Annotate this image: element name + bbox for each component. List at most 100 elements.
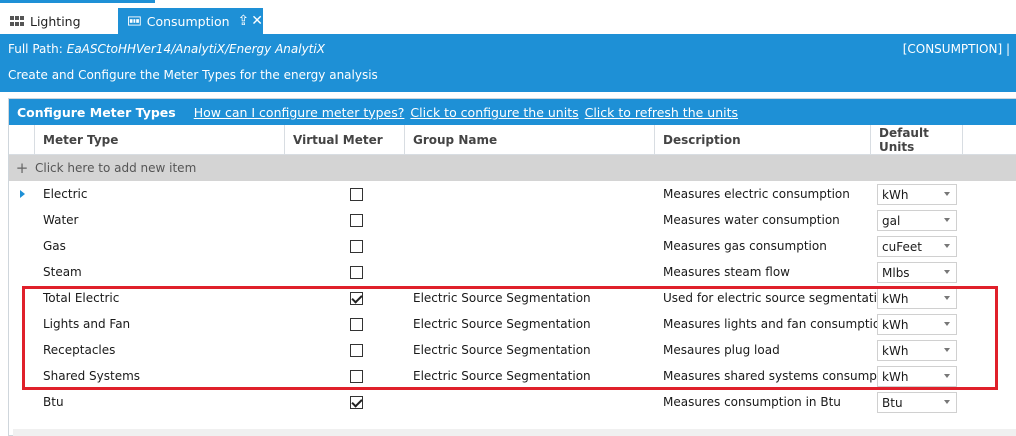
group-name-cell[interactable]: Electric Source Segmentation xyxy=(405,311,655,337)
column-header-meter-type[interactable]: Meter Type xyxy=(35,125,285,155)
meter-type-cell[interactable]: Gas xyxy=(35,233,285,259)
meter-type-cell[interactable]: Lights and Fan xyxy=(35,311,285,337)
table-row[interactable]: Shared Systems Electric Source Segmentati… xyxy=(9,363,1016,389)
virtual-meter-checkbox[interactable] xyxy=(349,213,363,227)
default-units-cell[interactable]: kWh xyxy=(871,363,963,389)
meter-type-cell[interactable]: Water xyxy=(35,207,285,233)
default-units-cell[interactable]: kWh xyxy=(871,181,963,207)
horizontal-scrollbar[interactable] xyxy=(13,429,1016,436)
grid-header: Meter Type Virtual Meter Group Name Desc… xyxy=(9,125,1016,155)
units-dropdown[interactable]: kWh xyxy=(877,366,957,387)
default-units-cell[interactable]: Mlbs xyxy=(871,259,963,285)
virtual-meter-checkbox[interactable] xyxy=(349,265,363,279)
context-tag: [CONSUMPTION] | xyxy=(902,42,1010,56)
meter-type-cell[interactable]: Steam xyxy=(35,259,285,285)
group-name-cell[interactable] xyxy=(405,181,655,207)
row-indicator xyxy=(9,233,35,259)
description-cell[interactable]: Measures electric consumption xyxy=(655,181,871,207)
chevron-down-icon xyxy=(944,244,950,248)
units-value: Btu xyxy=(882,395,903,410)
refresh-units-link[interactable]: Click to refresh the units xyxy=(585,105,738,120)
virtual-meter-checkbox[interactable] xyxy=(349,369,363,383)
column-header-description[interactable]: Description xyxy=(655,125,871,155)
configure-units-link[interactable]: Click to configure the units xyxy=(410,105,578,120)
plus-icon: + xyxy=(15,159,29,177)
virtual-meter-checkbox[interactable] xyxy=(349,239,363,253)
units-dropdown[interactable]: cuFeet xyxy=(877,236,957,257)
group-name-cell[interactable] xyxy=(405,259,655,285)
virtual-meter-checkbox[interactable] xyxy=(349,343,363,357)
meter-type-cell[interactable]: Btu xyxy=(35,389,285,415)
units-value: kWh xyxy=(882,369,909,384)
units-dropdown[interactable]: kWh xyxy=(877,314,957,335)
column-header-virtual-meter[interactable]: Virtual Meter xyxy=(285,125,405,155)
group-name-cell[interactable] xyxy=(405,207,655,233)
meter-type-cell[interactable]: Receptacles xyxy=(35,337,285,363)
units-dropdown[interactable]: kWh xyxy=(877,340,957,361)
table-row[interactable]: Gas Measures gas consumption cuFeet xyxy=(9,233,1016,259)
help-link[interactable]: How can I configure meter types? xyxy=(194,105,405,120)
table-row[interactable]: Water Measures water consumption gal xyxy=(9,207,1016,233)
table-row[interactable]: Electric Measures electric consumption kWh xyxy=(9,181,1016,207)
virtual-meter-cell[interactable] xyxy=(285,181,405,207)
virtual-meter-checkbox[interactable] xyxy=(349,187,363,201)
group-name-cell[interactable]: Electric Source Segmentation xyxy=(405,363,655,389)
chevron-down-icon xyxy=(944,192,950,196)
column-header-default-units[interactable]: Default Units xyxy=(871,125,963,155)
virtual-meter-cell[interactable] xyxy=(285,285,405,311)
add-new-item-row[interactable]: + Click here to add new item xyxy=(9,155,1016,181)
group-name-cell[interactable] xyxy=(405,389,655,415)
description-cell[interactable]: Mesaures plug load xyxy=(655,337,871,363)
group-name-cell[interactable]: Electric Source Segmentation xyxy=(405,285,655,311)
default-units-cell[interactable]: kWh xyxy=(871,311,963,337)
virtual-meter-cell[interactable] xyxy=(285,259,405,285)
default-units-cell[interactable]: kWh xyxy=(871,337,963,363)
meter-type-cell[interactable]: Total Electric xyxy=(35,285,285,311)
virtual-meter-cell[interactable] xyxy=(285,389,405,415)
table-row[interactable]: Steam Measures steam flow Mlbs xyxy=(9,259,1016,285)
grid-icon xyxy=(10,16,24,26)
close-icon[interactable]: ✕ xyxy=(251,14,263,28)
virtual-meter-cell[interactable] xyxy=(285,363,405,389)
group-name-cell[interactable] xyxy=(405,233,655,259)
full-path: Full Path: EaASCtoHHVer14/AnalytiX/Energy… xyxy=(8,42,325,56)
table-row[interactable]: Total Electric Electric Source Segmentati… xyxy=(9,285,1016,311)
default-units-cell[interactable]: gal xyxy=(871,207,963,233)
description-cell[interactable]: Measures lights and fan consumption xyxy=(655,311,888,337)
virtual-meter-cell[interactable] xyxy=(285,233,405,259)
row-indicator xyxy=(9,207,35,233)
units-dropdown[interactable]: kWh xyxy=(877,184,957,205)
meter-type-cell[interactable]: Shared Systems xyxy=(35,363,285,389)
virtual-meter-checkbox[interactable] xyxy=(349,317,363,331)
table-row[interactable]: Lights and Fan Electric Source Segmentati… xyxy=(9,311,1016,337)
virtual-meter-cell[interactable] xyxy=(285,337,405,363)
default-units-cell[interactable]: cuFeet xyxy=(871,233,963,259)
units-dropdown[interactable]: kWh xyxy=(877,288,957,309)
description-cell[interactable]: Measures water consumption xyxy=(655,207,871,233)
virtual-meter-cell[interactable] xyxy=(285,207,405,233)
table-row[interactable]: Receptacles Electric Source Segmentation M… xyxy=(9,337,1016,363)
description-cell[interactable]: Used for electric source segmentation xyxy=(655,285,892,311)
units-dropdown[interactable]: Mlbs xyxy=(877,262,957,283)
chevron-down-icon xyxy=(944,400,950,404)
column-header-group-name[interactable]: Group Name xyxy=(405,125,655,155)
group-name-cell[interactable]: Electric Source Segmentation xyxy=(405,337,655,363)
chevron-down-icon xyxy=(944,218,950,222)
table-row[interactable]: Btu Measures consumption in Btu Btu xyxy=(9,389,1016,415)
virtual-meter-cell[interactable] xyxy=(285,311,405,337)
units-dropdown[interactable]: Btu xyxy=(877,392,957,413)
meter-type-cell[interactable]: Electric xyxy=(35,181,285,207)
units-dropdown[interactable]: gal xyxy=(877,210,957,231)
tab-bar: Lighting Consumption ⇪ ✕ xyxy=(0,8,1016,34)
description-cell[interactable]: Measures gas consumption xyxy=(655,233,871,259)
tab-consumption[interactable]: Consumption ⇪ ✕ xyxy=(118,8,263,34)
description-cell[interactable]: Measures steam flow xyxy=(655,259,871,285)
description-cell[interactable]: Measures shared systems consumption xyxy=(655,363,900,389)
virtual-meter-checkbox[interactable] xyxy=(349,291,363,305)
pin-icon[interactable]: ⇪ xyxy=(238,14,250,28)
default-units-cell[interactable]: kWh xyxy=(871,285,963,311)
description-cell[interactable]: Measures consumption in Btu xyxy=(655,389,871,415)
virtual-meter-checkbox[interactable] xyxy=(349,395,363,409)
default-units-cell[interactable]: Btu xyxy=(871,389,963,415)
tab-lighting[interactable]: Lighting xyxy=(0,8,118,34)
